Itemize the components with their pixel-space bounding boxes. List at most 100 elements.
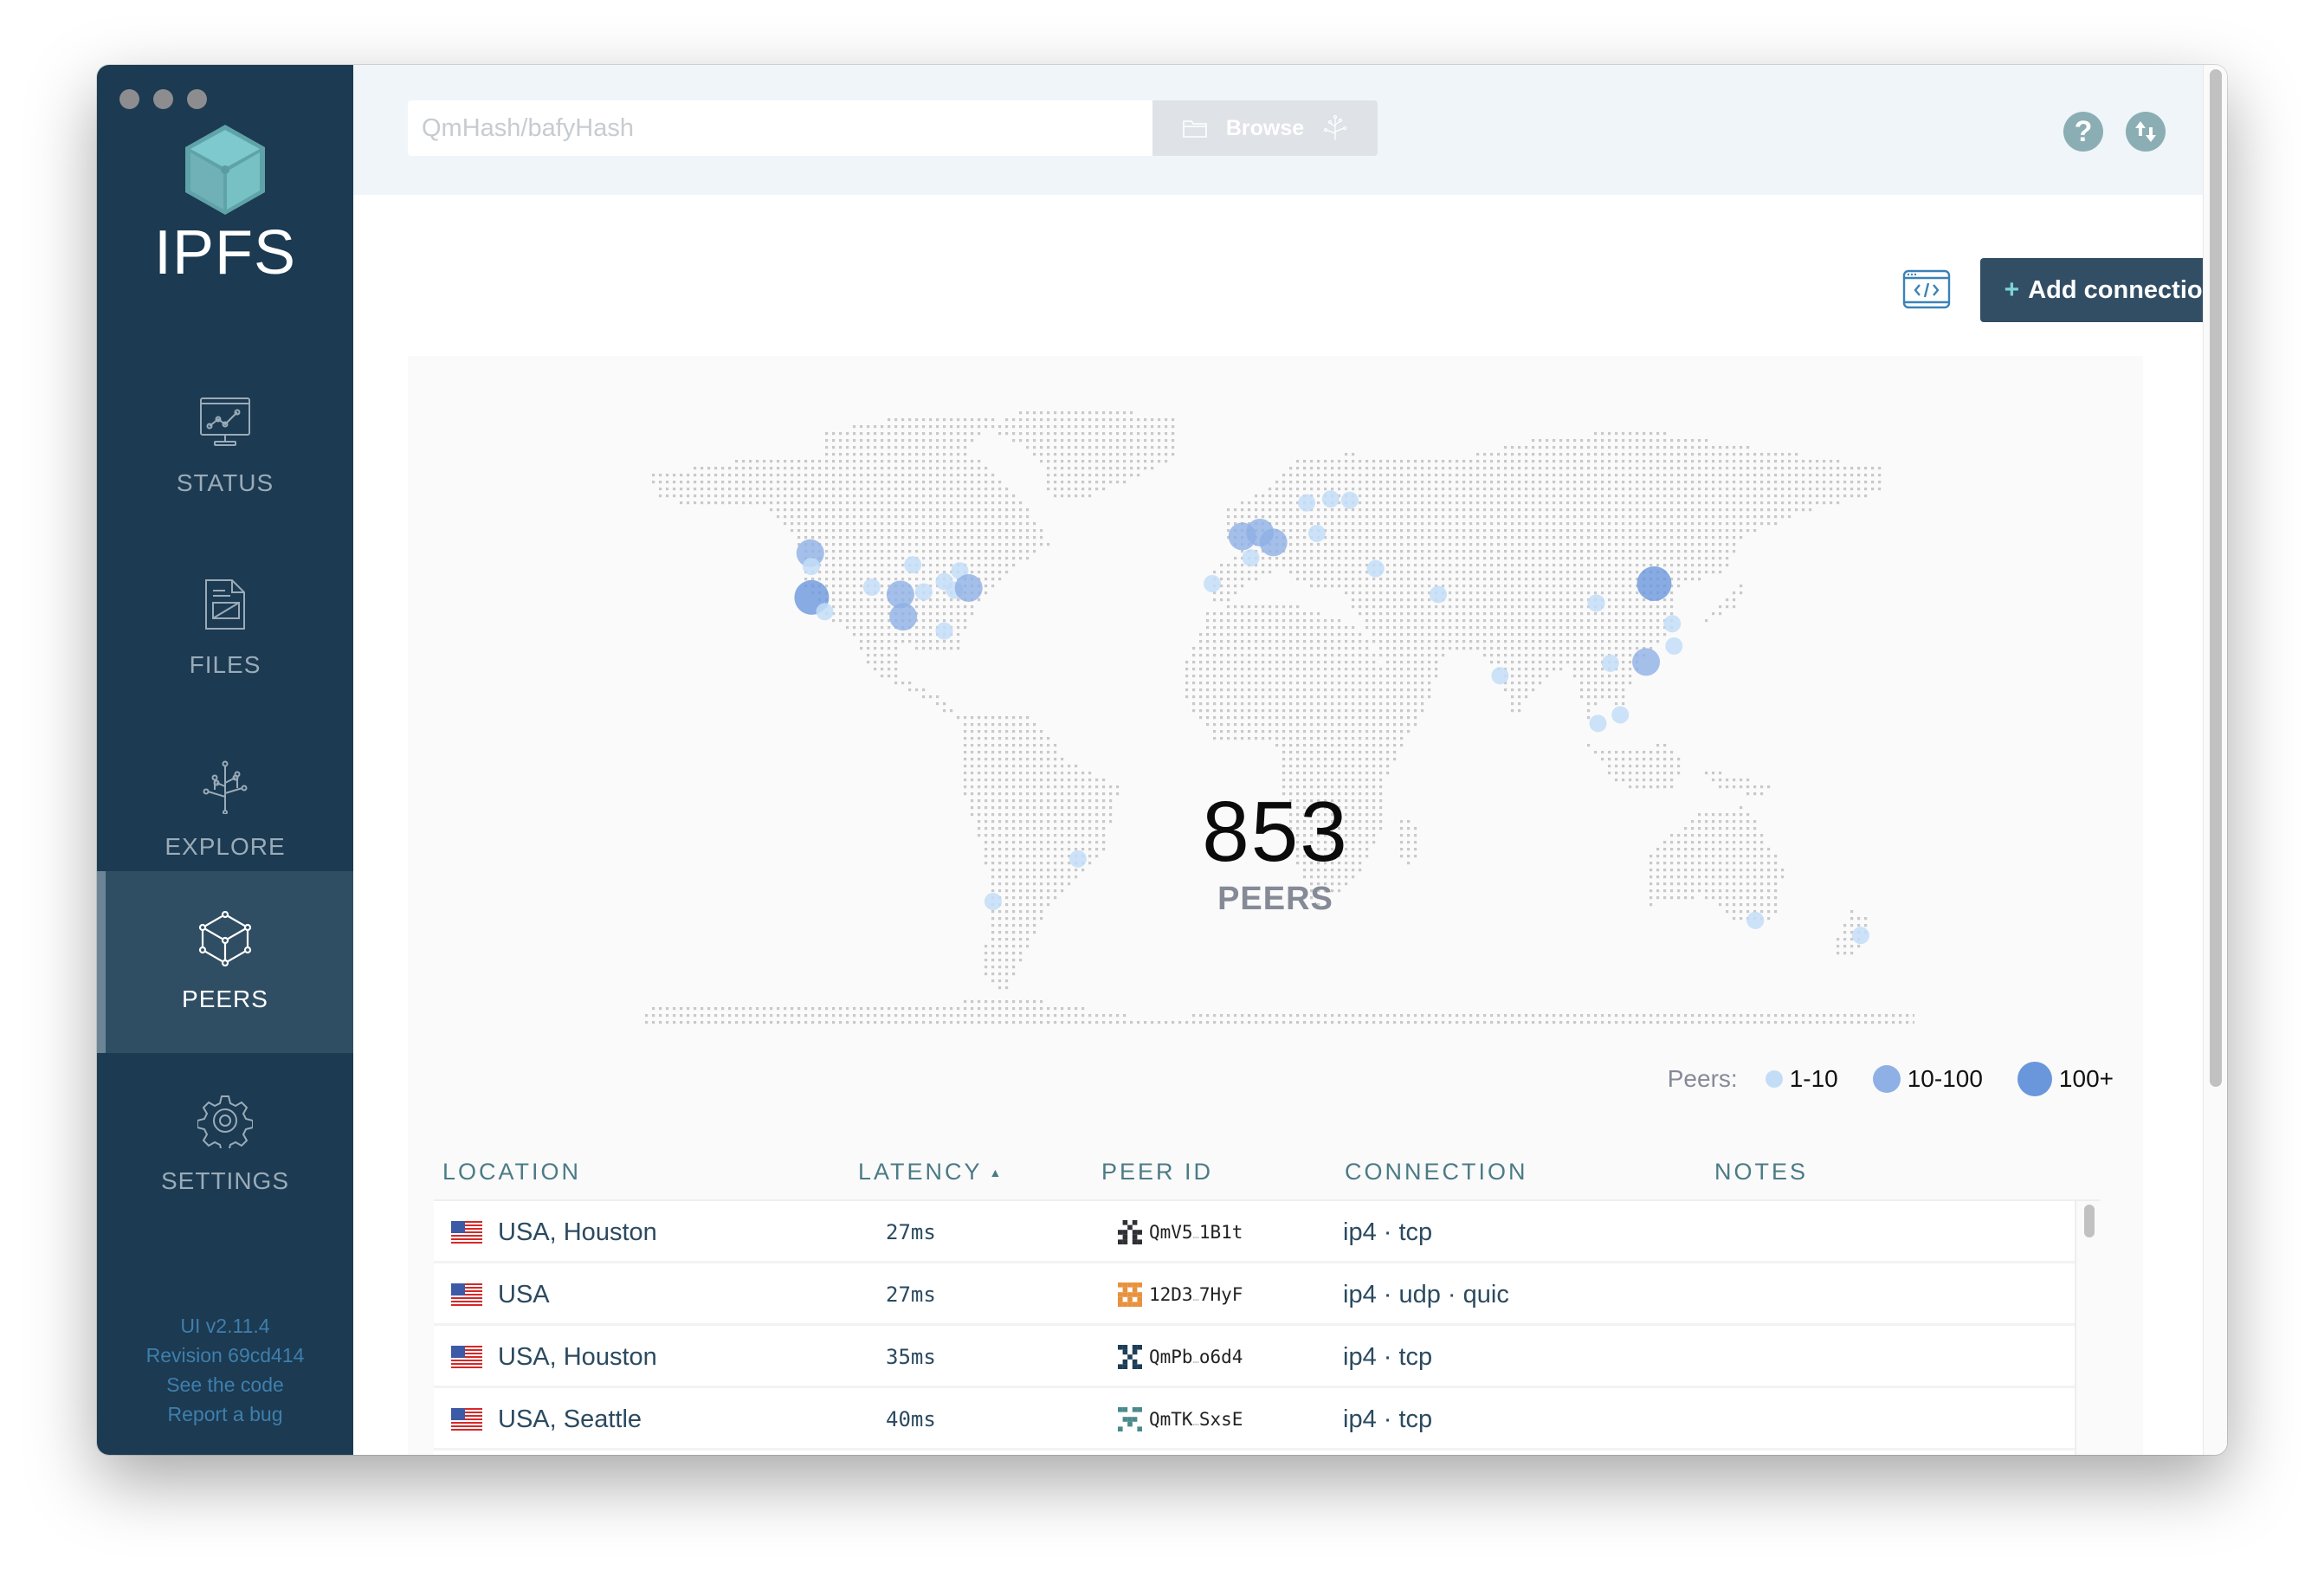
peer-location-marker[interactable] <box>1429 585 1447 604</box>
transfer-button[interactable] <box>2126 112 2166 152</box>
peer-location-marker[interactable] <box>1340 491 1359 509</box>
location-cell: USA <box>451 1263 550 1326</box>
add-connection-button[interactable]: + Add connection <box>1980 258 2227 322</box>
cli-tutor-button[interactable] <box>1902 269 1951 309</box>
peer-id-end: o6d4 <box>1198 1347 1243 1367</box>
peer-id-cell[interactable]: 12D3…7HyF <box>1118 1263 1243 1326</box>
report-bug-link[interactable]: Report a bug <box>97 1399 353 1429</box>
peers-table-header: LOCATION LATENCY ▲ PEER ID CONNECTION NOT… <box>434 1144 2101 1201</box>
browse-button[interactable]: Browse <box>1152 100 1378 156</box>
close-window-button[interactable] <box>119 89 139 109</box>
peer-id-start: QmV5 <box>1149 1222 1193 1243</box>
peer-id-cell[interactable]: QmTK…SxsE <box>1118 1388 1243 1451</box>
peer-location-marker[interactable] <box>904 556 922 574</box>
peer-location-marker[interactable] <box>935 622 953 640</box>
location-text: USA, Houston <box>498 1218 657 1246</box>
legend-dot-small <box>1765 1070 1783 1088</box>
column-header-label: LATENCY <box>858 1158 983 1185</box>
peer-id-cell[interactable]: QmV5…1B1t <box>1118 1201 1243 1263</box>
peer-location-marker[interactable] <box>1307 524 1326 542</box>
explore-tree-icon <box>1324 114 1347 140</box>
peer-count-number: 853 <box>1202 784 1349 879</box>
maximize-window-button[interactable] <box>187 89 207 109</box>
peer-location-marker[interactable] <box>862 578 881 597</box>
sidebar-item-status[interactable]: STATUS <box>97 355 353 537</box>
sidebar-item-label: PEERS <box>182 985 268 1012</box>
peer-location-marker[interactable] <box>803 558 820 576</box>
minimize-window-button[interactable] <box>153 89 173 109</box>
peer-location-marker[interactable] <box>816 603 834 621</box>
peer-id-end: SxsE <box>1198 1409 1243 1430</box>
peer-id-ellipsis: … <box>1192 1354 1199 1366</box>
column-header-notes[interactable]: NOTES <box>1714 1159 1808 1186</box>
peer-location-marker[interactable] <box>1587 594 1605 612</box>
peer-location-marker[interactable] <box>1636 566 1672 602</box>
location-cell: USA, Houston <box>451 1326 657 1388</box>
location-text: USA, Houston <box>498 1342 657 1371</box>
legend-dot-medium <box>1872 1065 1901 1093</box>
peer-location-marker[interactable] <box>1851 927 1869 945</box>
peer-location-marker[interactable] <box>914 583 933 601</box>
explore-tree-icon <box>203 760 248 814</box>
peer-location-marker[interactable] <box>1321 490 1340 508</box>
status-monitor-icon <box>200 397 250 446</box>
peer-location-marker[interactable] <box>1632 648 1661 676</box>
see-code-link[interactable]: See the code <box>97 1370 353 1399</box>
peer-location-marker[interactable] <box>1491 667 1509 685</box>
sidebar: IPFS STATUS FILES EXPLORE PEERS SETTINGS… <box>97 65 353 1455</box>
peer-location-marker[interactable] <box>1663 615 1682 633</box>
sidebar-item-files[interactable]: FILES <box>97 537 353 719</box>
latency-cell: 27ms <box>886 1283 936 1307</box>
peer-location-marker[interactable] <box>1665 637 1683 656</box>
legend-title: Peers: <box>1667 1065 1738 1092</box>
sort-ascending-icon: ▲ <box>989 1166 1004 1180</box>
legend-label: 100+ <box>2058 1065 2114 1092</box>
legend-label: 10-100 <box>1907 1065 1983 1092</box>
peer-location-marker[interactable] <box>1242 549 1260 567</box>
connection-cell: ip4 · tcp <box>1343 1218 1433 1246</box>
column-header-latency[interactable]: LATENCY ▲ <box>858 1159 1004 1186</box>
peer-id-cell[interactable]: QmPb…o6d4 <box>1118 1326 1243 1388</box>
connection-cell: ip4 · tcp <box>1343 1342 1433 1371</box>
page-scrollbar-thumb[interactable] <box>2210 69 2222 1087</box>
peer-location-marker[interactable] <box>1601 654 1619 672</box>
peer-identicon-icon <box>1118 1407 1142 1431</box>
browse-label: Browse <box>1225 115 1305 140</box>
peer-location-marker[interactable] <box>1589 714 1607 733</box>
peer-location-marker[interactable] <box>954 574 983 602</box>
sidebar-item-label: SETTINGS <box>160 1167 289 1194</box>
revision-link[interactable]: Revision 69cd414 <box>97 1341 353 1370</box>
land-dots <box>645 411 1914 1024</box>
sidebar-item-label: STATUS <box>176 469 274 496</box>
table-scrollbar-thumb[interactable] <box>2084 1205 2095 1237</box>
connection-cell: ip4 · tcp <box>1343 1405 1433 1433</box>
peer-location-marker[interactable] <box>889 603 918 631</box>
peer-location-marker[interactable] <box>1204 575 1222 593</box>
column-header-peer-id[interactable]: PEER ID <box>1101 1159 1213 1186</box>
peer-location-marker[interactable] <box>1259 528 1288 557</box>
sidebar-item-settings[interactable]: SETTINGS <box>97 1053 353 1235</box>
table-row[interactable]: USA, Seattle 40ms QmTK…SxsE ip4 · tcp <box>434 1388 2075 1451</box>
files-document-icon <box>205 579 245 630</box>
table-scrollbar[interactable] <box>2075 1201 2101 1455</box>
table-row[interactable]: USA, Houston 35ms QmPb…o6d4 ip4 · tcp <box>434 1326 2075 1388</box>
peer-location-marker[interactable] <box>1298 494 1316 512</box>
latency-cell: 35ms <box>886 1345 936 1369</box>
column-header-connection[interactable]: CONNECTION <box>1345 1159 1528 1186</box>
column-header-location[interactable]: LOCATION <box>442 1159 581 1186</box>
plus-icon: + <box>2004 275 2020 304</box>
peer-id-ellipsis: … <box>1192 1229 1199 1241</box>
sidebar-item-peers[interactable]: PEERS <box>97 871 353 1053</box>
us-flag-icon <box>451 1221 482 1244</box>
page-scrollbar[interactable] <box>2203 65 2227 1455</box>
ipfs-logo[interactable]: IPFS <box>97 121 353 284</box>
help-button[interactable]: ? <box>2063 112 2103 152</box>
peer-location-marker[interactable] <box>1366 559 1385 578</box>
peer-location-marker[interactable] <box>1611 706 1630 724</box>
table-row[interactable]: USA, Houston 27ms QmV5…1B1t ip4 · tcp <box>434 1201 2075 1263</box>
ui-version: UI v2.11.4 <box>180 1315 270 1337</box>
table-row[interactable]: USA 27ms 12D3…7HyF ip4 · udp · quic <box>434 1263 2075 1326</box>
peer-id-start: QmPb <box>1149 1347 1193 1367</box>
hash-search-input[interactable] <box>408 100 1152 156</box>
top-bar: Browse ? <box>353 65 2203 195</box>
